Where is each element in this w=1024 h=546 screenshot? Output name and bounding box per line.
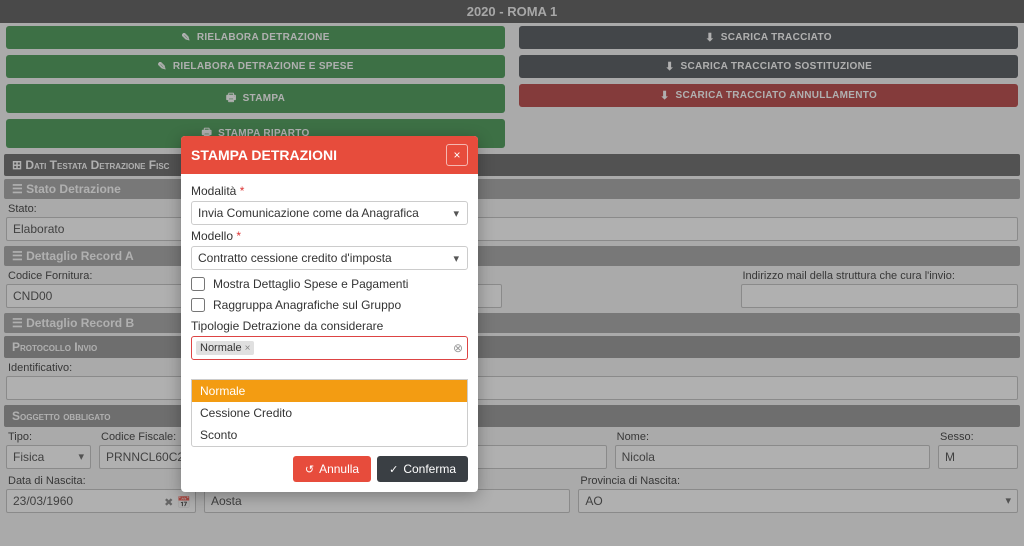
- button-label: Annulla: [319, 462, 359, 476]
- tipologie-multiselect[interactable]: Normale × ⊗: [191, 336, 468, 360]
- check-icon: ✓: [389, 463, 398, 476]
- raggruppa-checkbox[interactable]: Raggruppa Anagrafiche sul Gruppo: [191, 298, 468, 312]
- conferma-button[interactable]: ✓ Conferma: [377, 456, 468, 482]
- modal-title: STAMPA DETRAZIONI: [191, 147, 337, 163]
- modalita-label: Modalità *: [191, 184, 468, 198]
- clear-all-icon[interactable]: ⊗: [453, 341, 463, 355]
- modal-close-button[interactable]: ×: [446, 144, 468, 166]
- annulla-button[interactable]: ↺ Annulla: [293, 456, 371, 482]
- stampa-detrazioni-modal: STAMPA DETRAZIONI × Modalità * Invia Com…: [181, 136, 478, 492]
- modello-label: Modello *: [191, 229, 468, 243]
- tipologie-label: Tipologie Detrazione da considerare: [191, 319, 468, 333]
- modello-select[interactable]: Contratto cessione credito d'imposta: [191, 246, 468, 270]
- mostra-dettaglio-checkbox[interactable]: Mostra Dettaglio Spese e Pagamenti: [191, 277, 468, 291]
- option-normale[interactable]: Normale: [192, 380, 467, 402]
- chip-normale: Normale ×: [196, 341, 254, 355]
- checkbox-label: Mostra Dettaglio Spese e Pagamenti: [213, 277, 408, 291]
- chip-remove-icon[interactable]: ×: [245, 343, 251, 354]
- modal-overlay: [0, 0, 1024, 546]
- modal-header: STAMPA DETRAZIONI ×: [181, 136, 478, 174]
- checkbox-label: Raggruppa Anagrafiche sul Gruppo: [213, 298, 401, 312]
- option-cessione-credito[interactable]: Cessione Credito: [192, 402, 467, 424]
- tipologie-dropdown: Normale Cessione Credito Sconto: [191, 379, 468, 447]
- modalita-select[interactable]: Invia Comunicazione come da Anagrafica: [191, 201, 468, 225]
- option-sconto[interactable]: Sconto: [192, 424, 467, 446]
- button-label: Conferma: [403, 462, 456, 476]
- undo-icon: ↺: [305, 463, 314, 476]
